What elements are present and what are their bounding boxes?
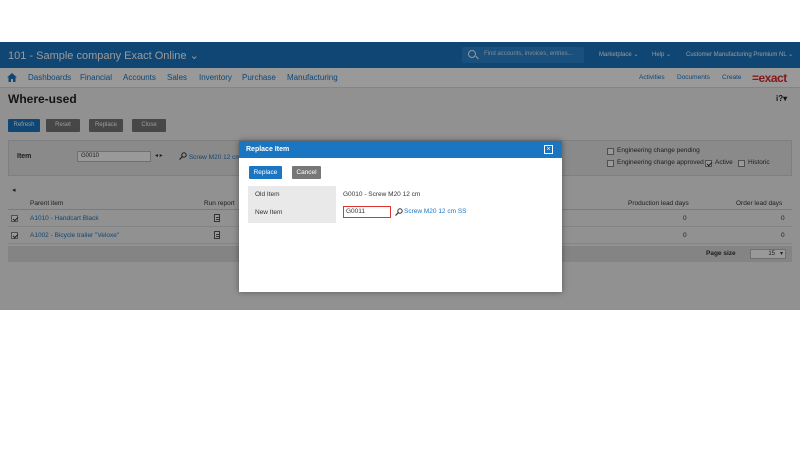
dialog-replace-button[interactable]: Replace (249, 166, 282, 179)
dialog-title: Replace Item (246, 146, 290, 153)
dialog-header: Replace Item × (239, 141, 562, 158)
old-item-value: G0010 - Screw M20 12 cm (343, 191, 421, 198)
old-item-label: Old Item (255, 191, 280, 198)
new-item-description-link[interactable]: Screw M20 12 cm SS (404, 208, 467, 215)
new-item-input[interactable]: G0011 (343, 206, 391, 218)
search-icon[interactable] (395, 208, 403, 216)
dialog-cancel-button[interactable]: Cancel (292, 166, 321, 179)
replace-item-dialog: Replace Item × Replace Cancel Old Item G… (239, 141, 562, 292)
new-item-label: New Item (255, 209, 283, 216)
close-icon[interactable]: × (544, 145, 553, 154)
